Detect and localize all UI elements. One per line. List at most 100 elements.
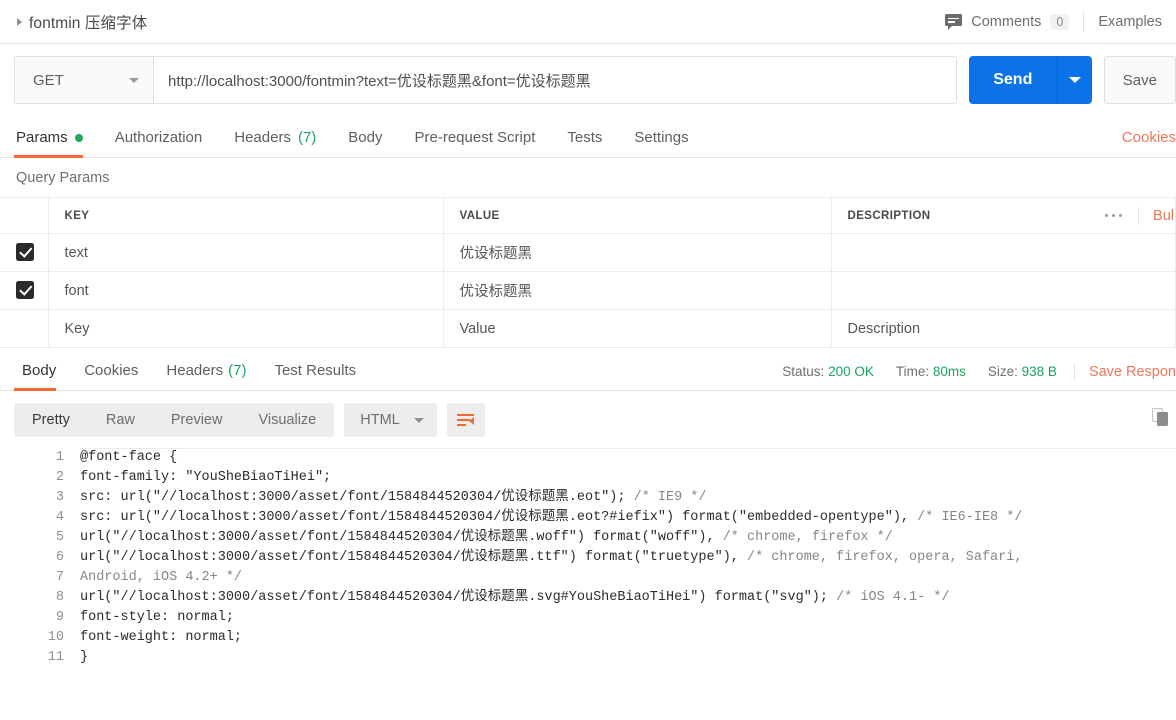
code-comment: /* iOS 4.1- */ (836, 590, 949, 605)
tab-authorization-label: Authorization (115, 129, 203, 146)
tab-headers-label: Headers (234, 129, 291, 146)
response-tab-headers[interactable]: Headers (7) (152, 362, 260, 390)
status-label: Status: (782, 364, 824, 379)
view-mode-raw[interactable]: Raw (88, 403, 153, 437)
code-text[interactable]: font-weight: normal; (80, 628, 242, 648)
code-token: font-style: normal; (80, 610, 234, 625)
tab-headers[interactable]: Headers (7) (218, 129, 332, 157)
cookies-link[interactable]: Cookies (1122, 129, 1176, 157)
params-modified-dot-icon (75, 134, 83, 142)
row-checkbox-cell[interactable] (0, 234, 48, 272)
code-line: 1@font-face { (0, 448, 1176, 468)
comments-count-badge: 0 (1050, 14, 1069, 30)
bulk-edit-link[interactable]: Bul (1139, 208, 1174, 224)
row-key-cell[interactable]: font (48, 272, 443, 310)
table-row[interactable]: font 优设标题黑 (0, 272, 1176, 310)
save-label: Save (1123, 72, 1157, 89)
checkbox-checked-icon[interactable] (16, 243, 34, 261)
code-text[interactable]: font-family: "YouSheBiaoTiHei"; (80, 468, 331, 488)
save-button[interactable]: Save (1104, 56, 1176, 104)
more-options-icon[interactable] (1089, 214, 1139, 218)
time-item: Time: 80ms (885, 364, 977, 379)
examples-button[interactable]: Examples (1084, 0, 1176, 43)
request-title-label: fontmin 压缩字体 (29, 11, 147, 33)
code-comment: /* IE9 */ (634, 490, 707, 505)
tab-body-label: Body (348, 129, 382, 146)
code-token: font-family: "YouSheBiaoTiHei"; (80, 470, 331, 485)
table-row[interactable]: text 优设标题黑 (0, 234, 1176, 272)
url-value: http://localhost:3000/fontmin?text=优设标题黑… (168, 70, 591, 91)
column-description-header: DESCRIPTION Bul (831, 198, 1176, 234)
time-label: Time: (896, 364, 929, 379)
copy-button[interactable] (1152, 408, 1168, 426)
top-bar-actions: Comments 0 Examples (931, 0, 1176, 43)
examples-label: Examples (1098, 14, 1162, 30)
row-value-cell[interactable]: 优设标题黑 (443, 234, 831, 272)
send-options-button[interactable] (1058, 56, 1092, 104)
code-token: @font-face { (80, 450, 177, 465)
time-value: 80ms (933, 364, 966, 379)
meta-divider (1074, 363, 1075, 380)
view-mode-preview[interactable]: Preview (153, 403, 241, 437)
row-value-cell[interactable]: 优设标题黑 (443, 272, 831, 310)
tab-pre-request-script-label: Pre-request Script (415, 129, 536, 146)
code-token: font-weight: normal; (80, 630, 242, 645)
response-body-code[interactable]: 1@font-face {2font-family: "YouSheBiaoTi… (0, 448, 1176, 690)
new-value-input[interactable]: Value (443, 310, 831, 348)
tab-authorization[interactable]: Authorization (99, 129, 219, 157)
word-wrap-button[interactable] (447, 403, 485, 437)
url-input[interactable]: http://localhost:3000/fontmin?text=优设标题黑… (154, 56, 957, 104)
view-mode-pretty[interactable]: Pretty (14, 403, 88, 437)
code-text[interactable]: } (80, 648, 88, 668)
chevron-right-icon[interactable] (17, 18, 22, 26)
new-description-input[interactable]: Description (831, 310, 1176, 348)
request-tabs: Params Authorization Headers (7) Body Pr… (0, 118, 1176, 158)
code-text[interactable]: url("//localhost:3000/asset/font/1584844… (80, 548, 1022, 568)
new-key-input[interactable]: Key (48, 310, 443, 348)
top-bar: fontmin 压缩字体 Comments 0 Examples (0, 0, 1176, 44)
tab-pre-request-script[interactable]: Pre-request Script (399, 129, 552, 157)
table-row-empty[interactable]: Key Value Description (0, 310, 1176, 348)
code-comment: Android, iOS 4.2+ */ (80, 570, 242, 585)
row-checkbox-cell[interactable] (0, 272, 48, 310)
code-token: src: url("//localhost:3000/asset/font/15… (80, 490, 634, 505)
tab-tests[interactable]: Tests (551, 129, 618, 157)
send-button[interactable]: Send (969, 56, 1057, 104)
comments-button[interactable]: Comments 0 (931, 0, 1083, 43)
row-description-cell[interactable] (831, 234, 1176, 272)
tab-settings[interactable]: Settings (618, 129, 704, 157)
code-text[interactable]: @font-face { (80, 448, 177, 468)
column-key-header: KEY (48, 198, 443, 234)
code-text[interactable]: font-style: normal; (80, 608, 234, 628)
size-value: 938 B (1022, 364, 1057, 379)
row-description-cell[interactable] (831, 272, 1176, 310)
save-response-link[interactable]: Save Respon (1081, 364, 1176, 380)
code-text[interactable]: url("//localhost:3000/asset/font/1584844… (80, 588, 950, 608)
response-view-toolbar: Pretty Raw Preview Visualize HTML (0, 391, 1176, 448)
response-tab-test-results[interactable]: Test Results (260, 362, 370, 390)
view-mode-visualize[interactable]: Visualize (240, 403, 334, 437)
row-key-cell[interactable]: text (48, 234, 443, 272)
chevron-down-icon (414, 418, 424, 423)
request-tab-title[interactable]: fontmin 压缩字体 (0, 11, 147, 33)
tab-tests-label: Tests (567, 129, 602, 146)
tab-body[interactable]: Body (332, 129, 398, 157)
line-number: 5 (0, 528, 80, 548)
code-top-rule (80, 448, 1176, 449)
code-lines: 1@font-face {2font-family: "YouSheBiaoTi… (0, 448, 1176, 668)
http-method-select[interactable]: GET (14, 56, 154, 104)
code-text[interactable]: src: url("//localhost:3000/asset/font/15… (80, 488, 707, 508)
tab-params[interactable]: Params (14, 129, 99, 157)
code-line: 10font-weight: normal; (0, 628, 1176, 648)
response-format-select[interactable]: HTML (344, 403, 436, 437)
code-text[interactable]: Android, iOS 4.2+ */ (80, 568, 242, 588)
code-text[interactable]: src: url("//localhost:3000/asset/font/15… (80, 508, 1022, 528)
code-text[interactable]: url("//localhost:3000/asset/font/1584844… (80, 528, 893, 548)
response-tab-body[interactable]: Body (8, 362, 70, 390)
column-description-label: DESCRIPTION (848, 210, 931, 222)
response-tab-headers-label: Headers (166, 362, 223, 379)
checkbox-checked-icon[interactable] (16, 281, 34, 299)
line-number: 6 (0, 548, 80, 568)
chevron-down-icon (1069, 77, 1081, 83)
response-tab-cookies[interactable]: Cookies (70, 362, 152, 390)
